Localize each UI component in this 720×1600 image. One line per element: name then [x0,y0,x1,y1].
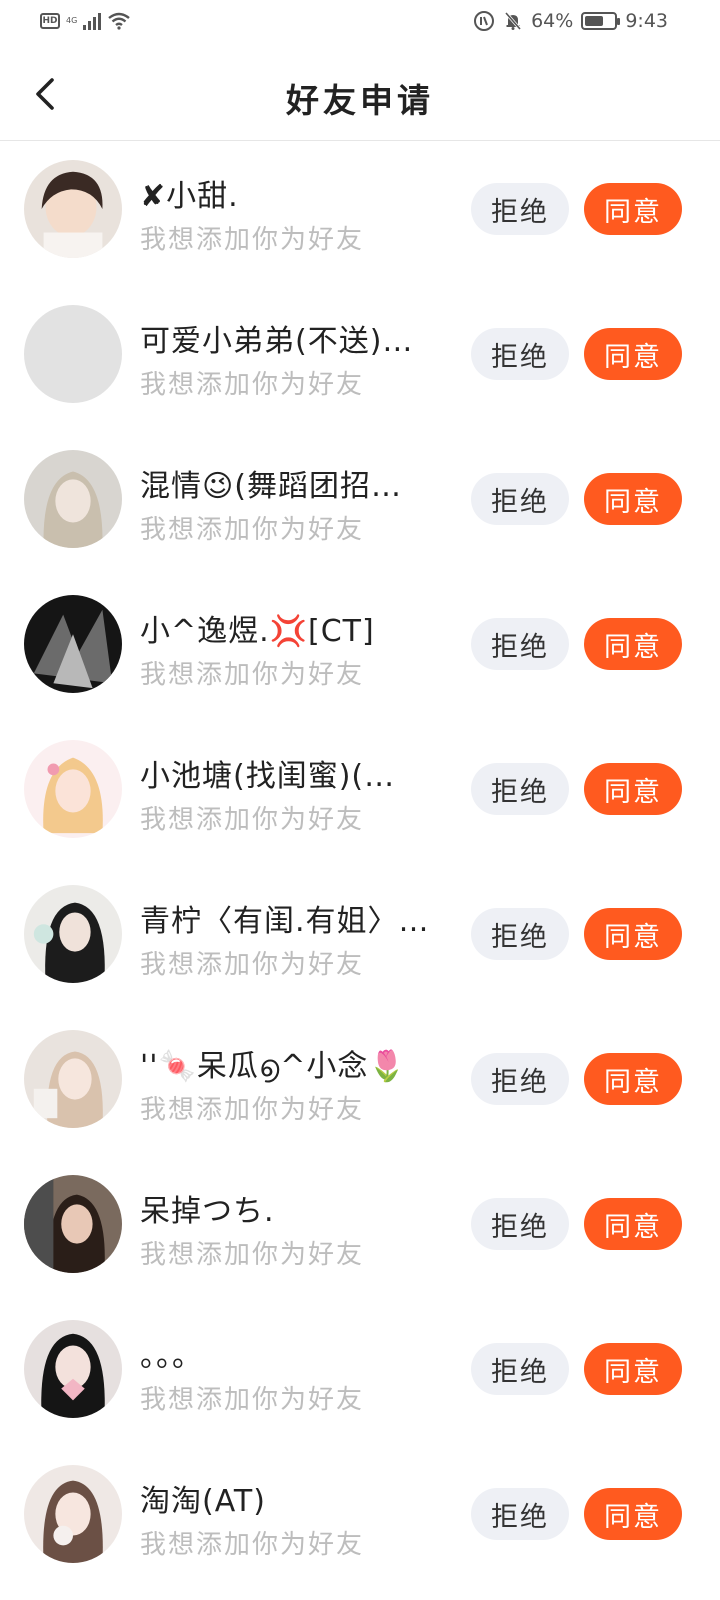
request-message: 我想添加你为好友 [140,1385,365,1415]
avatar[interactable] [24,885,122,983]
reject-button[interactable]: 拒绝 [471,1488,569,1540]
requester-name: 混情😉(舞蹈团招… [140,469,402,504]
request-message: 我想添加你为好友 [140,660,365,690]
accept-button[interactable]: 同意 [584,183,682,235]
request-message: 我想添加你为好友 [140,805,365,835]
requester-name: 。。。 [140,1339,203,1374]
friend-request-item: 可爱小弟弟(不送)… 我想添加你为好友 拒绝 同意 [0,286,720,431]
reject-button[interactable]: 拒绝 [471,328,569,380]
reject-button[interactable]: 拒绝 [471,473,569,525]
wifi-icon [108,12,131,30]
requester-name: 青柠〈有闺.有姐〉… [140,904,430,939]
avatar[interactable] [24,1175,122,1273]
clock: 9:43 [625,10,668,32]
reject-button[interactable]: 拒绝 [471,908,569,960]
avatar[interactable] [24,305,122,403]
avatar[interactable] [24,450,122,548]
signal-icon [83,12,102,30]
request-message: 我想添加你为好友 [140,225,365,255]
status-right: 64% 9:43 [473,10,668,32]
requester-name: ''🍬呆瓜൭^小念🌷 [140,1049,407,1084]
accept-button[interactable]: 同意 [584,473,682,525]
friend-request-item: 小池塘(找闺蜜)(… 我想添加你为好友 拒绝 同意 [0,721,720,866]
requester-name: 淘淘(AT) [140,1484,266,1519]
status-left: HD 4G [40,12,131,30]
avatar[interactable] [24,1465,122,1563]
friend-request-item: 混情😉(舞蹈团招… 我想添加你为好友 拒绝 同意 [0,431,720,576]
request-message: 我想添加你为好友 [140,370,365,400]
battery-icon [581,12,621,30]
reject-button[interactable]: 拒绝 [471,1343,569,1395]
accept-button[interactable]: 同意 [584,618,682,670]
avatar[interactable] [24,595,122,693]
reject-button[interactable]: 拒绝 [471,618,569,670]
nfc-icon [474,11,495,31]
friend-request-list: ✘小甜. 我想添加你为好友 拒绝 同意 可爱小弟弟(不送)… 我想添加你为好友 … [0,141,720,1591]
page-title: 好友申请 [286,81,434,120]
request-message: 我想添加你为好友 [140,1240,365,1270]
reject-button[interactable]: 拒绝 [471,183,569,235]
request-message: 我想添加你为好友 [140,1530,365,1560]
network-type: 4G [66,16,78,25]
avatar[interactable] [24,160,122,258]
requester-name: 小^逸煜.💢[CT] [140,614,375,649]
accept-button[interactable]: 同意 [584,763,682,815]
header: 好友申请 [0,48,720,141]
reject-button[interactable]: 拒绝 [471,1053,569,1105]
requester-name: ✘小甜. [140,179,239,214]
battery-fill [585,16,604,26]
accept-button[interactable]: 同意 [584,328,682,380]
requester-name: 呆掉つち. [140,1194,275,1229]
request-message: 我想添加你为好友 [140,515,365,545]
battery-percent: 64% [531,10,574,32]
reject-button[interactable]: 拒绝 [471,763,569,815]
accept-button[interactable]: 同意 [584,1198,682,1250]
requester-name: 小池塘(找闺蜜)(… [140,759,396,794]
accept-button[interactable]: 同意 [584,1053,682,1105]
accept-button[interactable]: 同意 [584,1488,682,1540]
hd-icon: HD [40,13,60,29]
friend-request-item: ✘小甜. 我想添加你为好友 拒绝 同意 [0,141,720,286]
mute-bell-icon [504,12,522,30]
friend-request-item: 呆掉つち. 我想添加你为好友 拒绝 同意 [0,1156,720,1301]
reject-button[interactable]: 拒绝 [471,1198,569,1250]
friend-request-item: 小^逸煜.💢[CT] 我想添加你为好友 拒绝 同意 [0,576,720,721]
friend-request-item: 。。。 我想添加你为好友 拒绝 同意 [0,1301,720,1446]
accept-button[interactable]: 同意 [584,1343,682,1395]
request-message: 我想添加你为好友 [140,1095,365,1125]
status-bar: HD 4G 64% 9:43 [0,0,720,48]
avatar[interactable] [24,740,122,838]
friend-request-item: 青柠〈有闺.有姐〉… 我想添加你为好友 拒绝 同意 [0,866,720,1011]
accept-button[interactable]: 同意 [584,908,682,960]
friend-request-item: 淘淘(AT) 我想添加你为好友 拒绝 同意 [0,1446,720,1591]
requester-name: 可爱小弟弟(不送)… [140,324,414,359]
avatar[interactable] [24,1030,122,1128]
friend-request-item: ''🍬呆瓜൭^小念🌷 我想添加你为好友 拒绝 同意 [0,1011,720,1156]
request-message: 我想添加你为好友 [140,950,365,980]
avatar[interactable] [24,1320,122,1418]
